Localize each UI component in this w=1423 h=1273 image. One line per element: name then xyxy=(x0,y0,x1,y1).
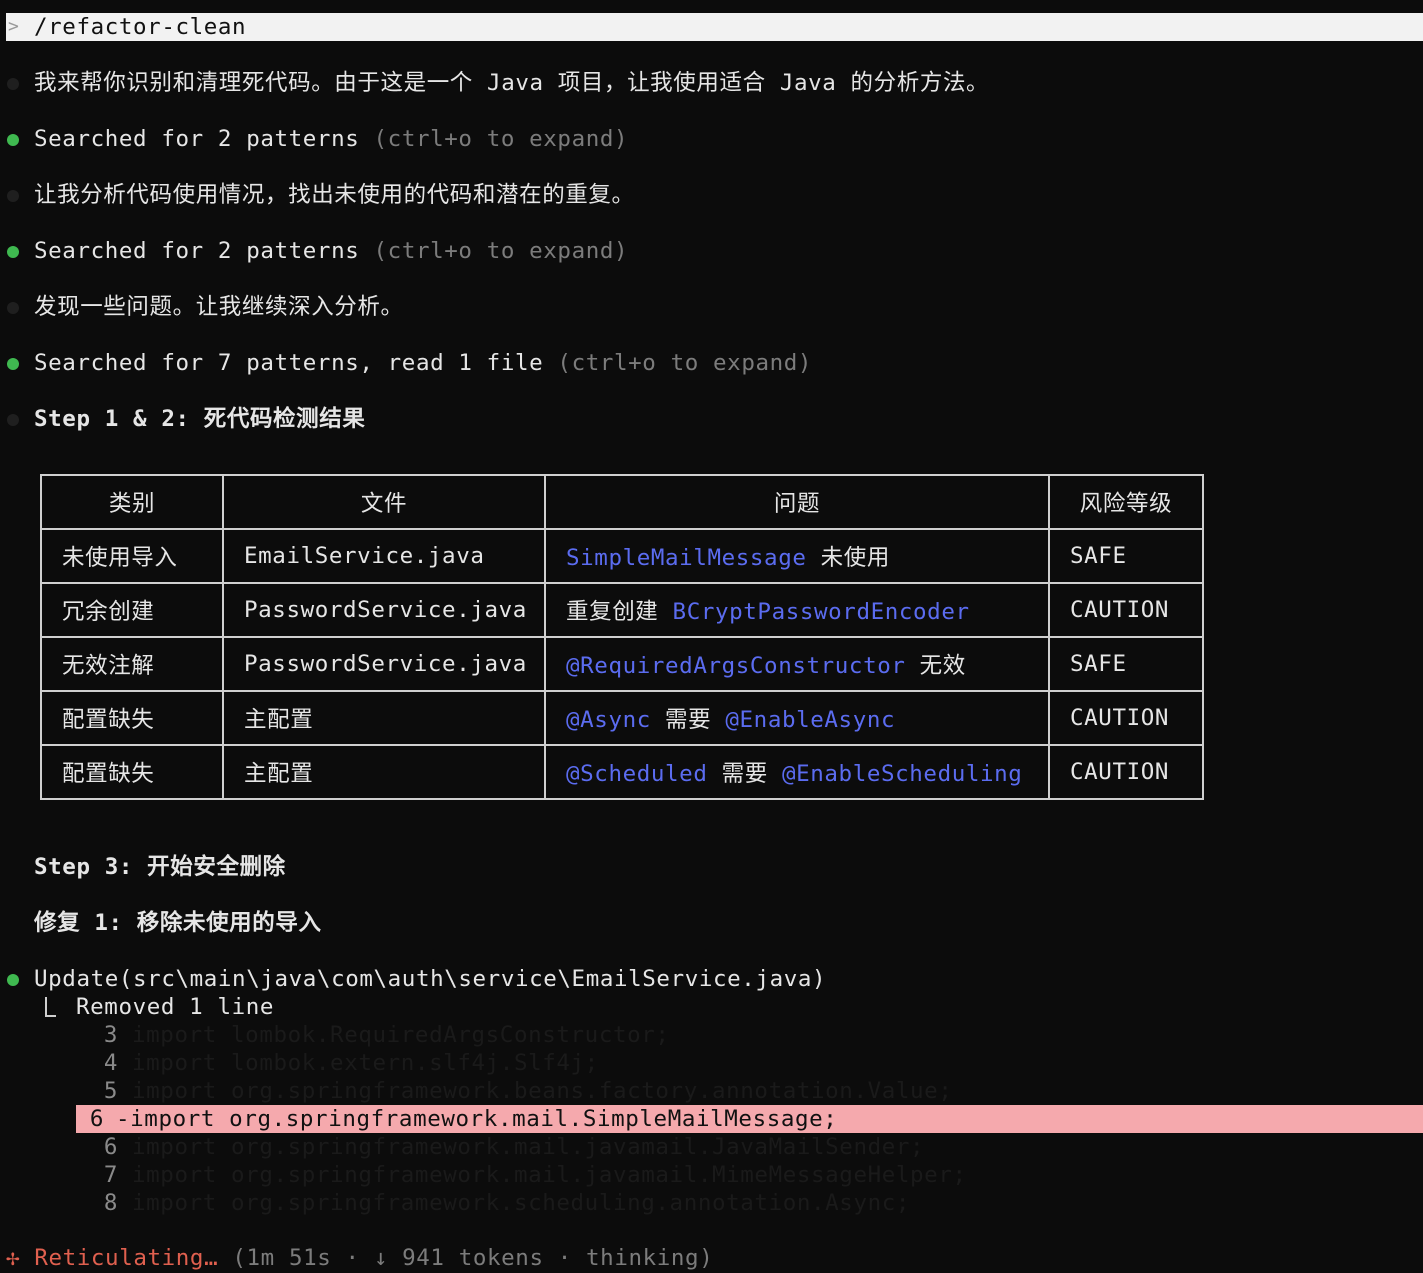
code-ref: @EnableAsync xyxy=(725,707,896,733)
diff-removed-line: 6 -import org.springframework.mail.Simple… xyxy=(76,1105,1423,1133)
diff-code: import lombok.extern.slf4j.Slf4j; xyxy=(132,1050,599,1076)
assistant-message: 我来帮你识别和清理死代码。由于这是一个 Java 项目，让我使用适合 Java … xyxy=(34,70,990,96)
column-header: 类别 xyxy=(40,474,224,530)
diff-line: 8 import org.springframework.scheduling.a… xyxy=(76,1189,910,1217)
table-row: 无效注解 PasswordService.java @RequiredArgsC… xyxy=(40,636,1204,692)
tool-bullet xyxy=(7,974,19,986)
line-number: 7 xyxy=(103,1162,118,1188)
line-number: 8 xyxy=(103,1190,118,1216)
code-ref: @Async xyxy=(566,707,651,733)
status-line: ✢ Reticulating… (1m 51s · ↓ 941 tokens ·… xyxy=(6,1243,713,1273)
tool-call-label: Searched for 2 patterns xyxy=(34,126,360,152)
risk-cell: CAUTION xyxy=(1048,744,1204,800)
diff-code: import org.springframework.scheduling.an… xyxy=(132,1190,911,1216)
diff-line: 6 import org.springframework.mail.javamai… xyxy=(76,1133,924,1161)
expand-hint: (ctrl+o to expand) xyxy=(373,126,629,152)
code-ref: BCryptPasswordEncoder xyxy=(672,599,970,625)
expand-hint: (ctrl+o to expand) xyxy=(373,238,629,264)
status-word: Reticulating… xyxy=(34,1245,219,1271)
category-cell: 未使用导入 xyxy=(40,528,224,584)
tool-call-summary[interactable]: Searched for 7 patterns, read 1 file (ct… xyxy=(34,348,812,378)
update-title[interactable]: Update(src\main\java\com\auth\service\Em… xyxy=(34,964,826,994)
line-number: 5 xyxy=(103,1078,118,1104)
issue-text: 重复创建 xyxy=(566,599,673,625)
diff-line: 7 import org.springframework.mail.javamai… xyxy=(76,1161,967,1189)
column-header: 文件 xyxy=(222,474,546,530)
step-heading: Step 3: 开始安全删除 xyxy=(34,854,286,880)
table-row: 配置缺失 主配置 @Async 需要 @EnableAsync CAUTION xyxy=(40,690,1204,746)
diff-code: import org.springframework.beans.factory… xyxy=(132,1078,953,1104)
issue-cell: @RequiredArgsConstructor 无效 xyxy=(544,636,1050,692)
column-header: 风险等级 xyxy=(1048,474,1204,530)
diff-line: 5 import org.springframework.beans.factor… xyxy=(76,1077,952,1105)
message-bullet xyxy=(7,190,19,202)
issue-text: 需要 xyxy=(650,707,726,733)
table-row: 未使用导入 EmailService.java SimpleMailMessag… xyxy=(40,528,1204,584)
prompt-caret: > xyxy=(8,16,20,37)
code-ref: @RequiredArgsConstructor xyxy=(566,653,906,679)
file-link[interactable]: PasswordService.java xyxy=(222,582,546,638)
line-number: 3 xyxy=(103,1022,118,1048)
spinner-icon: ✢ xyxy=(6,1245,21,1271)
update-summary: Removed 1 line xyxy=(76,994,275,1020)
issue-text: 无效 xyxy=(905,653,966,679)
tool-call-summary[interactable]: Searched for 2 patterns (ctrl+o to expan… xyxy=(34,236,628,266)
tree-branch-icon xyxy=(45,997,56,1017)
tool-call-summary[interactable]: Searched for 2 patterns (ctrl+o to expan… xyxy=(34,124,628,154)
line-number: 4 xyxy=(103,1050,118,1076)
issue-text: 未使用 xyxy=(806,545,890,571)
tool-bullet xyxy=(7,246,19,258)
issue-cell: 重复创建 BCryptPasswordEncoder xyxy=(544,582,1050,638)
fix-heading: 修复 1: 移除未使用的导入 xyxy=(34,910,322,936)
file-link[interactable]: EmailService.java xyxy=(222,528,546,584)
status-meta: (1m 51s · ↓ 941 tokens · thinking) xyxy=(232,1245,714,1271)
category-cell: 无效注解 xyxy=(40,636,224,692)
table-header-row: 类别 文件 问题 风险等级 xyxy=(40,474,1204,530)
risk-cell: CAUTION xyxy=(1048,690,1204,746)
diff-code: -import org.springframework.mail.SimpleM… xyxy=(116,1106,838,1132)
risk-cell: CAUTION xyxy=(1048,582,1204,638)
prompt-command[interactable]: /refactor-clean xyxy=(34,13,246,41)
code-ref: SimpleMailMessage xyxy=(566,545,807,571)
issue-cell: SimpleMailMessage 未使用 xyxy=(544,528,1050,584)
diff-code: import org.springframework.mail.javamail… xyxy=(132,1162,967,1188)
diff-line: 3 import lombok.RequiredArgsConstructor; xyxy=(76,1021,670,1049)
message-bullet xyxy=(7,302,19,314)
tool-bullet xyxy=(7,134,19,146)
diff-line: 4 import lombok.extern.slf4j.Slf4j; xyxy=(76,1049,599,1077)
issue-text: 需要 xyxy=(707,761,782,787)
diff-code: import org.springframework.mail.javamail… xyxy=(132,1134,925,1160)
tool-call-label: Searched for 7 patterns, read 1 file xyxy=(34,350,544,376)
assistant-message: 让我分析代码使用情况，找出未使用的代码和潜在的重复。 xyxy=(34,182,635,208)
expand-hint: (ctrl+o to expand) xyxy=(557,350,813,376)
dead-code-table: 类别 文件 问题 风险等级 未使用导入 EmailService.java Si… xyxy=(40,474,1204,800)
line-number: 6 xyxy=(103,1134,118,1160)
file-cell: 主配置 xyxy=(222,744,546,800)
line-number: 6 xyxy=(89,1106,104,1132)
section-heading: Step 1 & 2: 死代码检测结果 xyxy=(34,406,366,432)
risk-cell: SAFE xyxy=(1048,636,1204,692)
category-cell: 配置缺失 xyxy=(40,744,224,800)
category-cell: 配置缺失 xyxy=(40,690,224,746)
file-cell: 主配置 xyxy=(222,690,546,746)
diff-code: import lombok.RequiredArgsConstructor; xyxy=(132,1022,670,1048)
category-cell: 冗余创建 xyxy=(40,582,224,638)
code-ref: @Scheduled xyxy=(566,761,708,787)
prompt-bar[interactable]: > /refactor-clean xyxy=(6,13,1423,41)
table-row: 冗余创建 PasswordService.java 重复创建 BCryptPas… xyxy=(40,582,1204,638)
tool-bullet xyxy=(7,358,19,370)
table-row: 配置缺失 主配置 @Scheduled 需要 @EnableScheduling… xyxy=(40,744,1204,800)
column-header: 问题 xyxy=(544,474,1050,530)
code-ref: @EnableScheduling xyxy=(781,761,1023,787)
file-link[interactable]: PasswordService.java xyxy=(222,636,546,692)
tool-call-label: Searched for 2 patterns xyxy=(34,238,360,264)
assistant-message: 发现一些问题。让我继续深入分析。 xyxy=(34,294,404,320)
message-bullet xyxy=(7,78,19,90)
message-bullet xyxy=(7,414,19,426)
risk-cell: SAFE xyxy=(1048,528,1204,584)
issue-cell: @Scheduled 需要 @EnableScheduling xyxy=(544,744,1050,800)
issue-cell: @Async 需要 @EnableAsync xyxy=(544,690,1050,746)
